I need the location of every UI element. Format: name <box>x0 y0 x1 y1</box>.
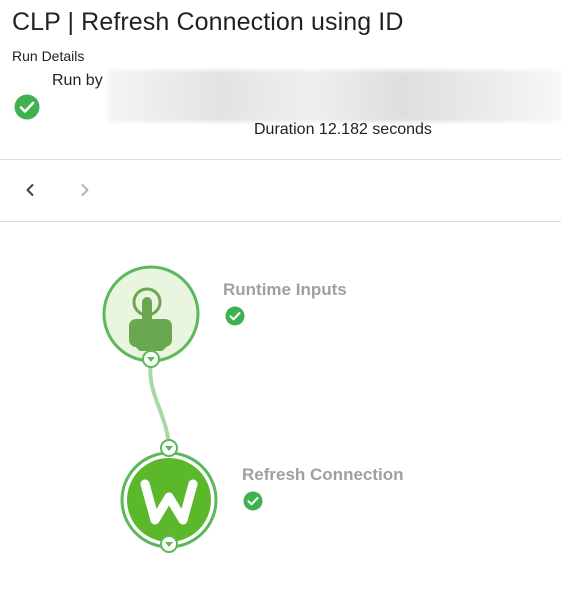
run-by-label: Run by <box>52 72 103 89</box>
node-refresh-connection[interactable] <box>120 439 218 553</box>
nav-divider <box>0 221 561 222</box>
node-label-refresh-connection: Refresh Connection <box>242 465 404 484</box>
run-details-subtitle: Run Details <box>12 48 85 64</box>
flow-connector <box>148 358 171 449</box>
flow-canvas: Runtime Inputs Refresh Connection <box>0 223 561 590</box>
flow-diagram <box>102 265 218 553</box>
page-title: CLP | Refresh Connection using ID <box>12 8 404 36</box>
run-by-value-redacted <box>108 70 561 122</box>
next-run-button[interactable] <box>73 178 97 202</box>
duration-text: Duration 12.182 seconds <box>254 121 432 138</box>
chevron-left-icon <box>26 184 34 196</box>
previous-run-button[interactable] <box>18 178 42 202</box>
header-divider <box>0 159 561 160</box>
node-label-runtime-inputs: Runtime Inputs <box>223 280 347 299</box>
success-check-icon <box>243 491 263 511</box>
chevron-right-icon <box>81 184 89 196</box>
success-check-icon <box>225 306 245 326</box>
success-check-icon <box>14 94 40 120</box>
node-runtime-inputs[interactable] <box>102 265 200 368</box>
